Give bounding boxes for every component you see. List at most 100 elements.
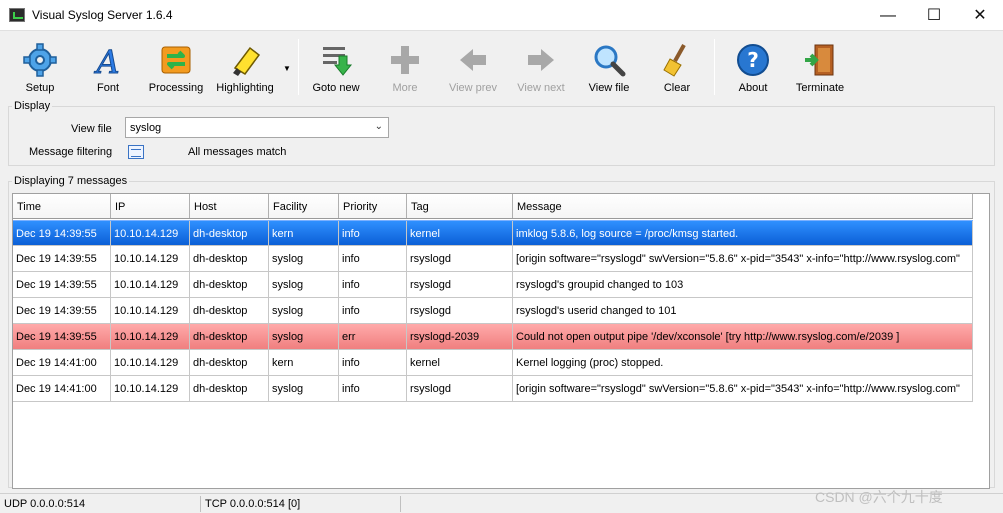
cell-tag: kernel [407, 350, 513, 376]
cell-tag: rsyslogd [407, 272, 513, 298]
cell-facility: syslog [269, 376, 339, 402]
cell-time: Dec 19 14:41:00 [13, 376, 111, 402]
about-button[interactable]: ? About [719, 43, 787, 95]
clear-button[interactable]: Clear [643, 43, 711, 95]
messages-group-title: Displaying 7 messages [12, 175, 130, 187]
view-file-select[interactable]: syslog ⌄ [125, 117, 389, 138]
about-label: About [738, 82, 768, 94]
cell-message: rsyslogd's userid changed to 101 [513, 298, 973, 324]
font-button[interactable]: A Font [74, 43, 142, 95]
cell-message: [origin software="rsyslogd" swVersion="5… [513, 246, 973, 272]
cell-tag: kernel [407, 221, 513, 247]
help-icon: ? [737, 44, 769, 76]
view-prev-label: View prev [448, 82, 498, 94]
cell-facility: kern [269, 350, 339, 376]
plus-icon [391, 46, 419, 74]
table-row[interactable]: Dec 19 14:39:55 10.10.14.129 dh-desktop … [13, 220, 973, 247]
svg-text:?: ? [747, 48, 759, 72]
cell-priority: info [339, 221, 407, 247]
svg-text:A: A [93, 43, 119, 77]
cell-host: dh-desktop [190, 221, 269, 247]
cell-time: Dec 19 14:41:00 [13, 350, 111, 376]
cell-facility: syslog [269, 246, 339, 272]
cell-facility: syslog [269, 298, 339, 324]
terminate-label: Terminate [795, 82, 845, 94]
terminate-button[interactable]: Terminate [786, 43, 854, 95]
broom-icon [663, 44, 686, 77]
view-file-button[interactable]: View file [575, 43, 643, 95]
cell-ip: 10.10.14.129 [111, 272, 190, 298]
cell-message: Kernel logging (proc) stopped. [513, 350, 973, 376]
cell-ip: 10.10.14.129 [111, 246, 190, 272]
status-separator [400, 496, 401, 512]
minimize-button[interactable]: — [865, 0, 911, 31]
column-header-facility[interactable]: Facility [269, 194, 339, 218]
font-icon: A [93, 43, 120, 77]
column-header-priority[interactable]: Priority [339, 194, 407, 218]
font-label: Font [96, 82, 119, 94]
cell-message: rsyslogd's groupid changed to 103 [513, 272, 973, 298]
cell-host: dh-desktop [190, 246, 269, 272]
goto-new-button[interactable]: Goto new [302, 43, 370, 95]
table-row[interactable]: Dec 19 14:39:55 10.10.14.129 dh-desktop … [13, 272, 973, 298]
highlighting-button[interactable]: Highlighting [211, 43, 279, 95]
view-next-button[interactable]: View next [507, 43, 575, 95]
window-title: Visual Syslog Server 1.6.4 [32, 8, 173, 22]
cell-facility: syslog [269, 324, 339, 350]
cell-priority: err [339, 324, 407, 350]
title-bar: Visual Syslog Server 1.6.4 — ☐ ✕ [0, 0, 1003, 31]
cell-tag: rsyslogd [407, 376, 513, 402]
toolbar: Setup A Font Processing Highlighting ▼ G… [0, 31, 1003, 98]
close-button[interactable]: ✕ [957, 0, 1003, 31]
cell-time: Dec 19 14:39:55 [13, 246, 111, 272]
clear-label: Clear [663, 82, 691, 94]
highlighter-icon [233, 46, 261, 76]
column-header-host[interactable]: Host [190, 194, 269, 218]
maximize-button[interactable]: ☐ [911, 0, 957, 31]
cell-tag: rsyslogd [407, 298, 513, 324]
goto-new-label: Goto new [312, 82, 360, 94]
table-row[interactable]: Dec 19 14:39:55 10.10.14.129 dh-desktop … [13, 246, 973, 272]
cell-ip: 10.10.14.129 [111, 376, 190, 402]
cell-facility: syslog [269, 272, 339, 298]
gear-icon [23, 43, 57, 77]
message-filtering-label: Message filtering [29, 146, 113, 158]
column-header-tag[interactable]: Tag [407, 194, 513, 218]
table-row[interactable]: Dec 19 14:41:00 10.10.14.129 dh-desktop … [13, 350, 973, 376]
table-row[interactable]: Dec 19 14:39:55 10.10.14.129 dh-desktop … [13, 298, 973, 324]
cell-ip: 10.10.14.129 [111, 221, 190, 247]
watermark: CSDN @六个九十度 [815, 489, 943, 505]
more-button[interactable]: More [371, 43, 439, 95]
cell-message: [origin software="rsyslogd" swVersion="5… [513, 376, 973, 402]
cell-facility: kern [269, 221, 339, 247]
table-row[interactable]: Dec 19 14:39:55 10.10.14.129 dh-desktop … [13, 324, 973, 350]
tcp-status: TCP 0.0.0.0:514 [0] [205, 498, 301, 510]
column-header-message[interactable]: Message [513, 194, 973, 218]
cell-message: imklog 5.8.6, log source = /proc/kmsg st… [513, 221, 973, 247]
cell-ip: 10.10.14.129 [111, 350, 190, 376]
udp-status: UDP 0.0.0.0:514 [4, 498, 86, 510]
setup-button[interactable]: Setup [6, 43, 74, 95]
cell-priority: info [339, 350, 407, 376]
toolbar-separator [298, 39, 299, 95]
view-prev-button[interactable]: View prev [439, 43, 507, 95]
column-header-ip[interactable]: IP [111, 194, 190, 218]
column-header-time[interactable]: Time [13, 194, 111, 218]
highlighting-dropdown-icon[interactable]: ▼ [283, 64, 293, 74]
highlighting-label: Highlighting [216, 82, 274, 94]
processing-button[interactable]: Processing [142, 43, 210, 95]
filter-icon[interactable] [128, 145, 144, 159]
cell-host: dh-desktop [190, 298, 269, 324]
cell-ip: 10.10.14.129 [111, 324, 190, 350]
cell-tag: rsyslogd [407, 246, 513, 272]
messages-table: Time IP Host Facility Priority Tag Messa… [12, 193, 990, 489]
view-file-field-label: View file [71, 123, 112, 135]
cell-host: dh-desktop [190, 324, 269, 350]
table-row[interactable]: Dec 19 14:41:00 10.10.14.129 dh-desktop … [13, 376, 973, 402]
chevron-down-icon: ⌄ [374, 121, 383, 132]
magnifier-icon [594, 45, 626, 77]
view-next-label: View next [517, 82, 565, 94]
filter-status: All messages match [188, 146, 287, 158]
more-label: More [392, 82, 418, 94]
cell-time: Dec 19 14:39:55 [13, 324, 111, 350]
